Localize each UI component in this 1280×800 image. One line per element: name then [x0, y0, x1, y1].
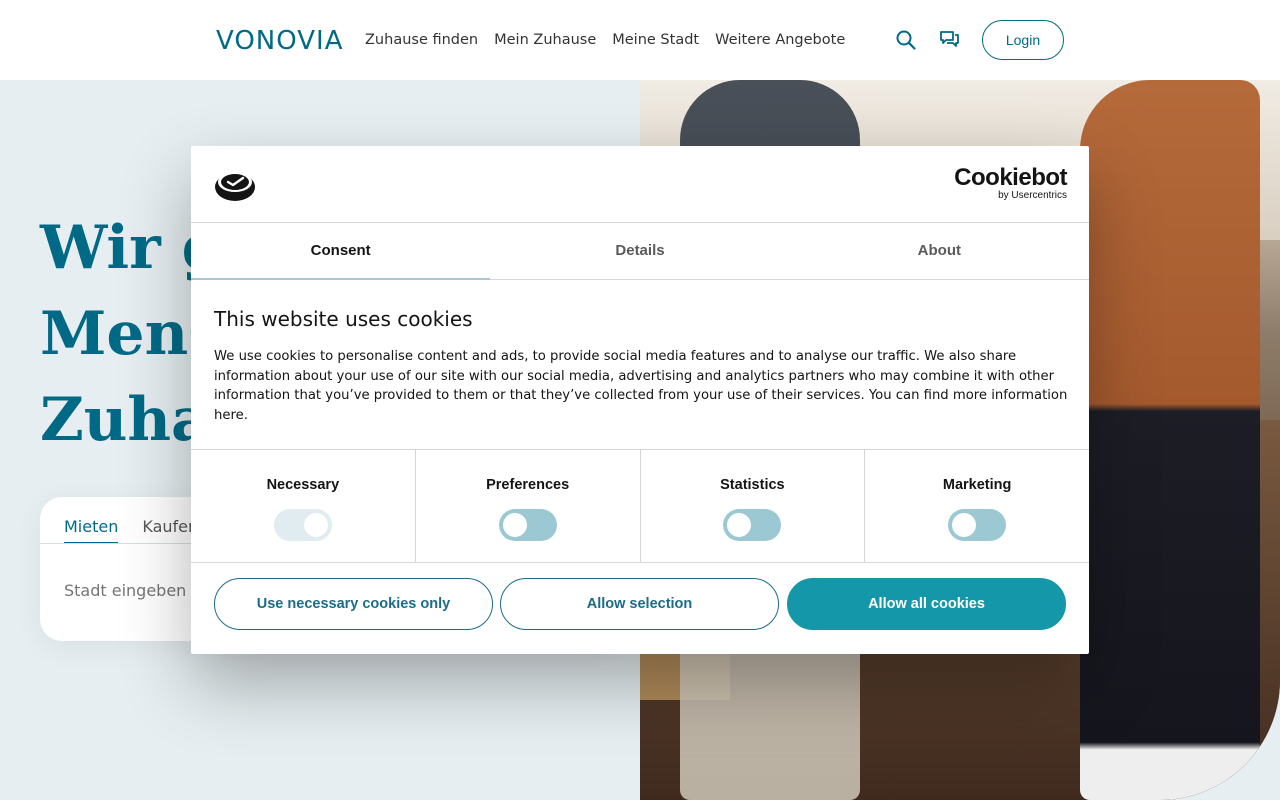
tab-mieten[interactable]: Mieten — [64, 517, 119, 544]
use-necessary-cookies-button[interactable]: Use necessary cookies only — [214, 578, 493, 630]
cookie-categories: Necessary Preferences Statistics Marketi… — [191, 449, 1089, 563]
nav-item-weitere-angebote[interactable]: Weitere Angebote — [715, 30, 845, 50]
cookie-dialog-tabs: Consent Details About — [191, 224, 1089, 280]
allow-selection-button[interactable]: Allow selection — [500, 578, 779, 630]
category-label: Necessary — [266, 477, 340, 493]
cookie-dialog-text: We use cookies to personalise content an… — [214, 349, 1068, 423]
marketing-toggle[interactable] — [948, 509, 1007, 541]
tab-consent[interactable]: Consent — [191, 224, 491, 280]
cookie-dialog-header: Cookiebot by Usercentrics — [191, 146, 1089, 223]
cookiebot-logo[interactable]: Cookiebot by Usercentrics — [954, 166, 1067, 202]
tab-kaufen[interactable]: Kaufen — [142, 517, 198, 544]
search-tabs: Mieten Kaufen — [64, 517, 198, 544]
nav-item-mein-zuhause[interactable]: Mein Zuhause — [494, 30, 596, 50]
main-nav: Zuhause finden Mein Zuhause Meine Stadt … — [365, 30, 845, 50]
category-marketing: Marketing — [865, 450, 1089, 562]
nav-item-meine-stadt[interactable]: Meine Stadt — [612, 30, 699, 50]
vonovia-logo[interactable]: VONOVIA — [216, 28, 344, 54]
tab-details[interactable]: Details — [490, 224, 789, 279]
site-header: VONOVIA Zuhause finden Mein Zuhause Mein… — [0, 0, 1280, 80]
category-statistics: Statistics — [641, 450, 866, 562]
chat-icon[interactable] — [939, 29, 961, 51]
nav-item-zuhause-finden[interactable]: Zuhause finden — [365, 30, 478, 50]
necessary-toggle[interactable] — [273, 509, 332, 541]
category-necessary: Necessary — [191, 450, 416, 562]
search-icon[interactable] — [895, 29, 917, 51]
category-label: Preferences — [486, 477, 570, 493]
category-preferences: Preferences — [416, 450, 641, 562]
allow-all-cookies-button[interactable]: Allow all cookies — [787, 578, 1066, 630]
cookie-dialog-title: This website uses cookies — [214, 307, 473, 331]
site-logo-icon — [214, 168, 256, 202]
tab-about[interactable]: About — [790, 224, 1089, 279]
statistics-toggle[interactable] — [723, 509, 782, 541]
category-label: Marketing — [942, 477, 1012, 493]
login-button[interactable]: Login — [982, 20, 1064, 60]
cookie-consent-dialog: Cookiebot by Usercentrics Consent Detail… — [191, 146, 1089, 654]
preferences-toggle[interactable] — [498, 509, 557, 541]
category-label: Statistics — [720, 477, 785, 493]
